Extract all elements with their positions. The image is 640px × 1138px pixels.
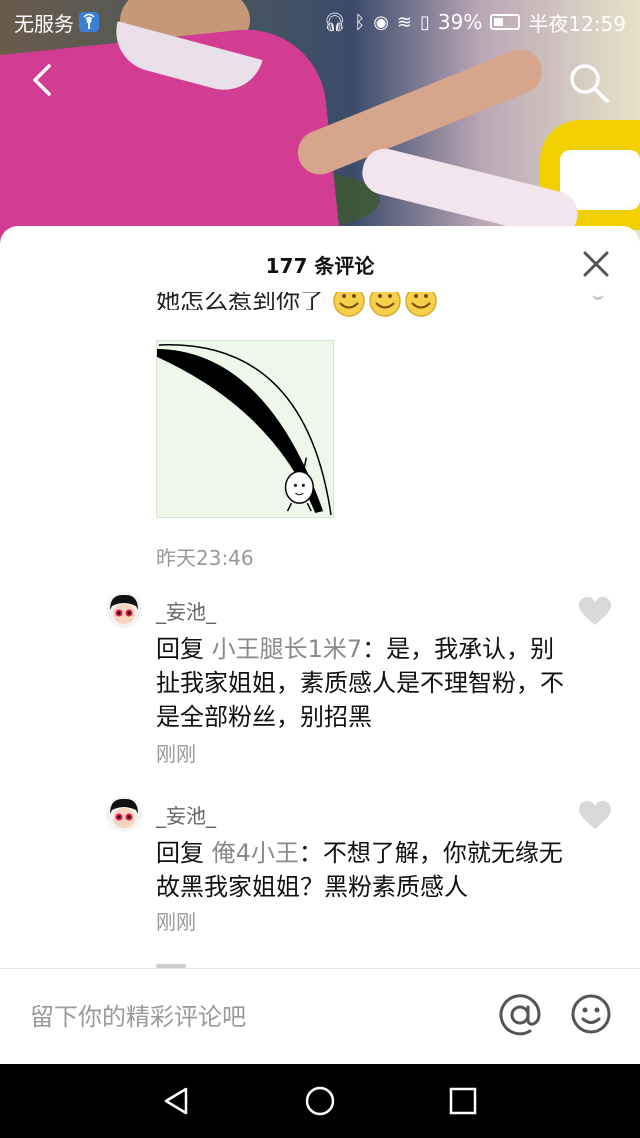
battery-percent: 39% xyxy=(437,10,483,34)
status-left: 无服务 xyxy=(14,8,100,37)
emoji-row xyxy=(332,292,438,318)
alert-icon: ▯ xyxy=(420,11,430,33)
back-icon[interactable] xyxy=(22,58,66,102)
signal-icon xyxy=(79,12,99,32)
comments-title: 177 条评论 xyxy=(265,253,375,278)
wifi-icon: ≋ xyxy=(396,11,412,33)
carrier-label: 无服务 xyxy=(14,11,74,36)
system-nav-bar xyxy=(0,1064,640,1138)
search-icon[interactable] xyxy=(566,60,612,106)
smile-emoji-icon xyxy=(404,292,437,317)
comments-header: 177 条评论 xyxy=(0,226,640,302)
triangle-back-icon[interactable] xyxy=(160,1084,194,1118)
reply-time: 刚刚 xyxy=(156,742,196,766)
reply-text: 回复 俺4小王：不想了解，你就无缘无故黑我家姐姐？黑粉素质感人 xyxy=(156,836,566,904)
status-bar: 无服务 🎧︎ ᛒ ◉ ≋ ▯ 39% 半夜12:59 xyxy=(0,0,640,44)
sticker-image[interactable] xyxy=(156,340,334,518)
heart-icon[interactable] xyxy=(578,800,612,830)
reply-prefix: 回复 xyxy=(156,839,212,867)
smiley-icon[interactable] xyxy=(570,993,612,1035)
partial-comment-text: 她怎么惹到你了 xyxy=(156,292,438,322)
at-icon[interactable] xyxy=(498,993,542,1037)
bluetooth-icon: ᛒ xyxy=(354,11,366,33)
partial-like-count xyxy=(592,292,604,300)
status-right: 🎧︎ ᛒ ◉ ≋ ▯ 39% 半夜12:59 xyxy=(324,8,626,37)
circle-home-icon[interactable] xyxy=(303,1084,337,1118)
reply-target-user[interactable]: 小王腿长1米7 xyxy=(212,635,363,663)
partial-comment-clipped-text: 她怎么惹到你了 xyxy=(156,292,324,310)
headphones-icon: 🎧︎ xyxy=(323,11,347,33)
comments-sheet: 177 条评论 她怎么惹到你了 昨天23:46 _妄池_ 回复 小王腿长1米7：… xyxy=(0,226,640,1064)
comments-list[interactable]: 她怎么惹到你了 昨天23:46 _妄池_ 回复 小王腿长1米7：是，我承认，别扯… xyxy=(0,292,640,968)
avatar[interactable] xyxy=(106,796,142,832)
username[interactable]: _妄池_ xyxy=(156,596,216,625)
comment-input[interactable]: 留下你的精彩评论吧 xyxy=(30,997,246,1032)
clock: 半夜12:59 xyxy=(528,11,626,36)
reply-prefix: 回复 xyxy=(156,635,212,663)
reply-time: 刚刚 xyxy=(156,910,196,934)
smile-emoji-icon xyxy=(368,292,401,317)
avatar[interactable] xyxy=(106,592,142,628)
reply-target-user[interactable]: 俺4小王 xyxy=(212,839,299,867)
smile-emoji-icon xyxy=(332,292,365,317)
battery-icon xyxy=(490,14,521,30)
comment-time: 昨天23:46 xyxy=(156,546,254,570)
eye-icon: ◉ xyxy=(373,11,389,33)
username[interactable]: _妄池_ xyxy=(156,800,216,829)
reply-text: 回复 小王腿长1米7：是，我承认，别扯我家姐姐，素质感人是不理智粉，不是全部粉丝… xyxy=(156,632,566,734)
square-recent-icon[interactable] xyxy=(446,1084,480,1118)
close-icon[interactable] xyxy=(580,248,612,280)
comment-input-bar: 留下你的精彩评论吧 xyxy=(0,968,640,1064)
heart-icon[interactable] xyxy=(578,596,612,626)
